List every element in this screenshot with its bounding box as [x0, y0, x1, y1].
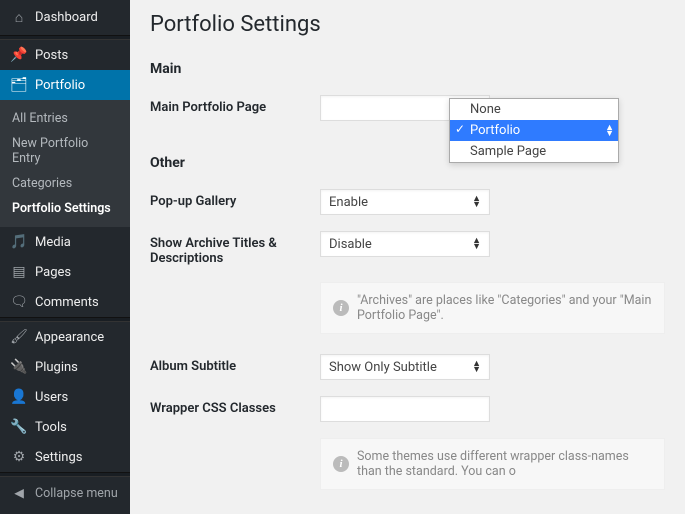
plug-icon: 🔌 [10, 359, 28, 375]
select-arrows-icon: ▲▼ [472, 361, 481, 373]
brush-icon: 🖌 [10, 329, 28, 345]
page-title: Portfolio Settings [150, 12, 665, 37]
select-arrows-icon: ▲▼ [472, 238, 481, 250]
sidebar-submenu: All Entries New Portfolio Entry Categori… [0, 100, 130, 227]
pushpin-icon: 📌 [10, 47, 28, 63]
speedometer-icon: ⌂ [10, 9, 28, 26]
collapse-menu[interactable]: ◀Collapse menu [0, 477, 130, 509]
select-album-subtitle[interactable]: Show Only Subtitle▲▼ [320, 354, 490, 380]
sidebar-item-dashboard[interactable]: ⌂Dashboard [0, 0, 130, 35]
sidebar-item-plugins[interactable]: 🔌Plugins [0, 352, 130, 382]
select-show-archive[interactable]: Disable▲▼ [320, 231, 490, 257]
label-album-subtitle: Album Subtitle [150, 354, 320, 374]
dropdown-option-sample-page[interactable]: Sample Page [450, 141, 618, 162]
select-arrows-icon: ▲▼ [605, 125, 614, 137]
label-show-archive: Show Archive Titles & Descriptions [150, 231, 320, 266]
sidebar-item-portfolio[interactable]: 🗂Portfolio [0, 70, 130, 100]
dropdown-option-none[interactable]: None [450, 99, 618, 120]
wrench-icon: 🔧 [10, 419, 28, 435]
page-icon: ▤ [10, 264, 28, 280]
dropdown-option-portfolio[interactable]: Portfolio▲▼ [450, 120, 618, 141]
sidebar-item-media[interactable]: 🎵Media [0, 227, 130, 257]
select-arrows-icon: ▲▼ [472, 196, 481, 208]
submenu-categories[interactable]: Categories [0, 171, 130, 196]
portfolio-icon: 🗂 [10, 77, 28, 93]
note-archive: i "Archives" are places like "Categories… [320, 282, 665, 334]
label-wrapper-css: Wrapper CSS Classes [150, 396, 320, 416]
submenu-portfolio-settings[interactable]: Portfolio Settings [0, 196, 130, 221]
admin-sidebar: ⌂Dashboard 📌Posts 🗂Portfolio All Entries… [0, 0, 130, 514]
collapse-icon: ◀ [10, 485, 28, 501]
label-popup-gallery: Pop-up Gallery [150, 189, 320, 209]
select-popup-gallery[interactable]: Enable▲▼ [320, 189, 490, 215]
sidebar-item-pages[interactable]: ▤Pages [0, 257, 130, 287]
dropdown-main-portfolio-page[interactable]: None Portfolio▲▼ Sample Page [449, 98, 619, 163]
gear-icon: ⚙ [10, 449, 28, 465]
submenu-new-entry[interactable]: New Portfolio Entry [0, 131, 130, 171]
info-icon: i [333, 300, 349, 316]
sidebar-item-settings[interactable]: ⚙Settings [0, 442, 130, 472]
sidebar-item-appearance[interactable]: 🖌Appearance [0, 322, 130, 352]
label-main-portfolio-page: Main Portfolio Page [150, 95, 320, 115]
note-wrapper: i Some themes use different wrapper clas… [320, 438, 665, 490]
input-wrapper-css[interactable] [320, 396, 490, 422]
section-main: Main [150, 61, 665, 77]
sidebar-item-comments[interactable]: 🗨Comments [0, 287, 130, 317]
sidebar-item-users[interactable]: 👤Users [0, 382, 130, 412]
sidebar-item-tools[interactable]: 🔧Tools [0, 412, 130, 442]
content-area: Portfolio Settings Main Main Portfolio P… [130, 0, 685, 514]
media-icon: 🎵 [10, 234, 28, 250]
sidebar-item-posts[interactable]: 📌Posts [0, 40, 130, 70]
comment-icon: 🗨 [10, 294, 28, 310]
user-icon: 👤 [10, 389, 28, 405]
info-icon: i [333, 456, 349, 472]
submenu-all-entries[interactable]: All Entries [0, 106, 130, 131]
